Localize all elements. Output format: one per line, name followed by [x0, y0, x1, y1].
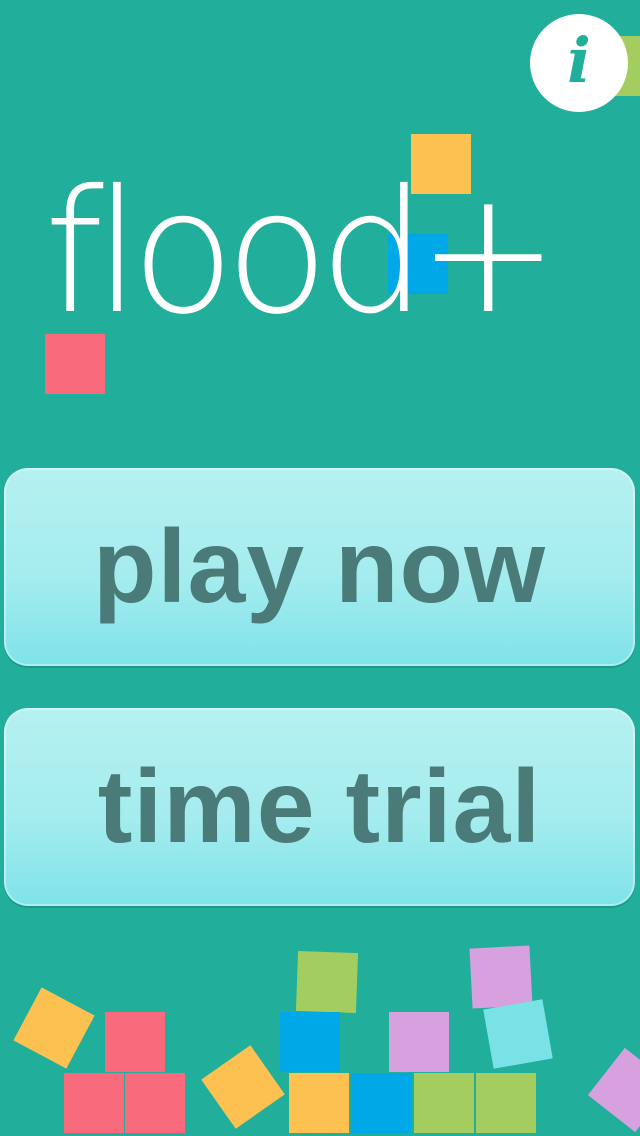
falling-tile-orange [201, 1045, 285, 1129]
stacked-tile-green [295, 950, 359, 1014]
stacked-tile-red [125, 1073, 185, 1133]
stacked-tile-red [64, 1073, 124, 1133]
stacked-tile-green [414, 1073, 474, 1133]
time-trial-label: time trial [97, 748, 542, 865]
info-icon: i [567, 24, 591, 97]
falling-tile-cyan [483, 999, 553, 1069]
time-trial-button[interactable]: time trial [4, 708, 635, 906]
play-now-label: play now [93, 508, 546, 625]
stacked-tile-blue [351, 1073, 411, 1133]
falling-tile-lilac [469, 945, 533, 1009]
info-button[interactable]: i [530, 14, 628, 112]
stacked-tile-blue [280, 1012, 340, 1072]
stacked-tile-orange [289, 1073, 349, 1133]
stacked-tile-red [105, 1012, 165, 1072]
game-logo: flood+ [44, 154, 559, 352]
falling-tile-orange [13, 987, 95, 1069]
stacked-tile-lilac [389, 1012, 449, 1072]
stacked-tile-green [476, 1073, 536, 1133]
falling-tile-lilac [587, 1047, 640, 1133]
play-now-button[interactable]: play now [4, 468, 635, 666]
